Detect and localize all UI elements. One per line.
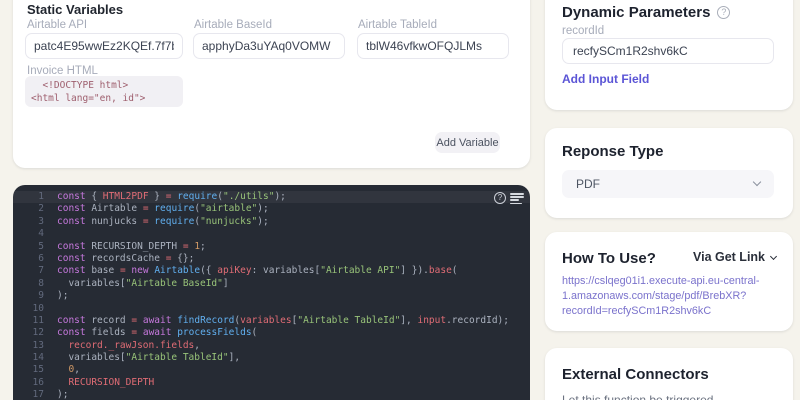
line-number: 8 [38,277,44,289]
line-number: 6 [38,252,44,264]
line-number: 17 [32,389,44,400]
code-line-text: ); [57,290,69,302]
api-url-link[interactable]: https://cslqeg01i1.execute-api.eu-centra… [562,274,767,319]
static-variables-card: Static Variables Airtable API Airtable B… [13,0,530,168]
dynamic-parameters-card: Dynamic Parameters? recordId Add Input F… [545,0,793,110]
external-connectors-description: Let this function be triggered automatic… [562,393,714,400]
airtable-tableid-label: Airtable TableId [358,19,438,31]
code-line[interactable]: 2 const Airtable = require("airtable"); [13,203,530,215]
recordid-label: recordId [562,25,605,37]
line-number: 15 [32,364,44,376]
code-line-text: const fields = await processFields( [57,327,258,339]
code-line-text: RECURSION_DEPTH [57,376,155,388]
how-to-use-card: How To Use? Via Get Link https://cslqeg0… [545,232,793,331]
static-variables-title: Static Variables [27,2,124,17]
code-line[interactable]: 6 const recordsCache = {}; [13,253,530,265]
code-line-text: ); [57,389,69,400]
invoice-html-line-2: <html lang="en, id"> [31,93,146,104]
line-number: 10 [32,302,44,314]
code-lines[interactable]: 1 const { HTML2PDF } = require("./utils")… [13,191,530,400]
how-to-use-title: How To Use? [562,250,656,267]
external-connectors-title: External Connectors [562,366,709,383]
api-url-line-2: 1.amazonaws.com/stage/pdf/BrebXR? [562,290,747,302]
code-line-text: const { HTML2PDF } = require("./utils"); [57,191,286,202]
code-line-text: variables["Airtable TableId"], [57,352,241,364]
code-line-text: const base = new Airtable({ apiKey: vari… [57,265,458,277]
code-line[interactable]: 14 variables["Airtable TableId"], [13,352,530,364]
dynamic-parameters-title: Dynamic Parameters? [562,4,731,21]
invoice-html-line-1: <!DOCTYPE html> [31,80,129,91]
editor-menu-icon[interactable] [510,193,524,205]
code-line[interactable]: 17); [13,389,530,400]
code-line-text: 0, [68,364,80,376]
code-line[interactable]: 3 const nunjucks = require("nunjucks"); [13,216,530,228]
line-number: 1 [38,191,44,202]
line-number: 12 [32,327,44,339]
code-line[interactable]: 5 const RECURSION_DEPTH = 1; [13,241,530,253]
line-number: 2 [38,203,44,215]
airtable-baseid-input[interactable] [193,33,345,59]
code-line-text: const RECURSION_DEPTH = 1; [57,240,206,252]
code-line[interactable]: 10 [13,303,530,315]
via-get-link-dropdown[interactable]: Via Get Link [692,250,778,264]
code-line[interactable]: 1 const { HTML2PDF } = require("./utils")… [13,191,530,204]
via-get-link-label: Via Get Link [692,250,765,264]
airtable-tableid-input[interactable] [357,33,509,59]
code-line[interactable]: 7 const base = new Airtable({ apiKey: var… [13,265,530,277]
line-number: 11 [32,314,44,326]
response-type-select[interactable]: PDF [562,170,774,198]
code-line-text: const recordsCache = {}; [57,252,195,264]
code-line[interactable]: 9); [13,290,530,302]
code-line[interactable]: 15 0, [13,364,530,376]
line-number: 16 [32,376,44,388]
airtable-api-input[interactable] [25,33,183,59]
code-line[interactable]: 12 const fields = await processFields( [13,327,530,339]
editor-help-icon[interactable]: ? [494,192,506,204]
line-number: 14 [32,352,44,364]
code-line-text: record._rawJson.fields, [57,339,201,351]
code-line[interactable]: 11 const record = await findRecord(variab… [13,315,530,327]
line-number: 13 [32,339,44,351]
airtable-api-label: Airtable API [27,19,88,31]
api-url-line-3: recordId=recfySCm1R2shv6kC [562,305,712,317]
line-number: 5 [38,240,44,252]
code-line-text: const record = await findRecord(variable… [57,314,509,326]
line-number: 3 [38,215,44,227]
code-line[interactable]: 16 RECURSION_DEPTH [13,377,530,389]
add-input-field-link[interactable]: Add Input Field [562,72,649,86]
code-line[interactable]: 13 record._rawJson.fields, [13,340,530,352]
code-line-text: variables["Airtable BaseId"] [57,277,229,289]
code-line[interactable]: 8 variables["Airtable BaseId"] [13,278,530,290]
response-type-title: Reponse Type [562,143,664,160]
code-editor[interactable]: 1 const { HTML2PDF } = require("./utils")… [13,185,530,400]
line-number: 9 [38,290,44,302]
airtable-baseid-label: Airtable BaseId [194,19,272,31]
chevron-down-icon [769,252,778,261]
code-line-text: const nunjucks = require("nunjucks"); [57,215,269,227]
code-line-text: const Airtable = require("airtable"); [57,203,269,215]
line-number: 7 [38,265,44,277]
invoice-html-snippet[interactable]: <!DOCTYPE html> <html lang="en, id"> [25,76,183,107]
code-line[interactable]: 4 [13,228,530,240]
chevron-down-icon [752,177,762,187]
response-type-card: Reponse Type PDF [545,128,793,218]
line-number: 4 [38,228,44,240]
response-type-selected: PDF [576,177,600,191]
add-variable-button[interactable]: Add Variable [435,132,500,153]
dynamic-parameters-help-icon[interactable]: ? [717,6,731,19]
api-url-line-1: https://cslqeg01i1.execute-api.eu-centra… [562,275,760,287]
recordid-input[interactable] [562,38,774,64]
external-connectors-card: External Connectors Let this function be… [545,348,793,400]
